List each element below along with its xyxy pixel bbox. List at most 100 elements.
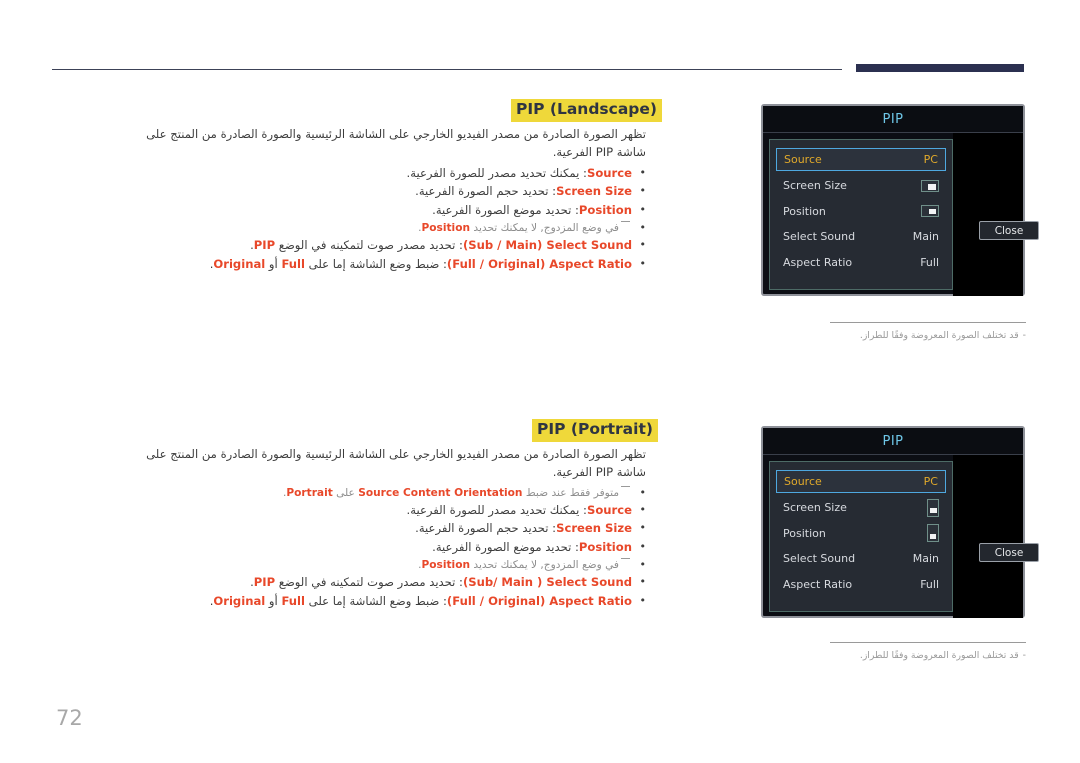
- osd-body: Source PC Screen Size Position Select So…: [763, 133, 1039, 296]
- list-item-mid: أو: [265, 256, 282, 271]
- screen-size-icon: [927, 498, 939, 517]
- keyword: Position: [578, 539, 632, 554]
- section-lead-landscape: تظهر الصورة الصادرة من مصدر الفيديو الخا…: [146, 127, 646, 159]
- sub-note-mid: على: [332, 486, 359, 499]
- manual-page: PIP (Landscape) تظهر الصورة الصادرة من م…: [0, 0, 1080, 763]
- osd-row-position[interactable]: Position: [776, 200, 946, 222]
- osd-side-panel: Close: [953, 133, 1039, 296]
- osd-row-label: Source: [784, 475, 822, 488]
- sub-note-text: متوفر فقط عند ضبط: [522, 486, 619, 499]
- sub-note-text: في وضع المزدوج, لا يمكنك تحديد: [470, 222, 619, 235]
- section-body-portrait: تظهر الصورة الصادرة من مصدر الفيديو الخا…: [128, 446, 646, 611]
- osd-body: Source PC Screen Size Position Select So…: [763, 455, 1039, 618]
- osd-menu-list: Source PC Screen Size Position Select So…: [769, 461, 953, 612]
- osd-row-label: Position: [783, 526, 826, 540]
- note-dash: -: [1022, 650, 1026, 661]
- figure-note-landscape: -قد تختلف الصورة المعروضة وفقًا للطراز.: [830, 322, 1026, 342]
- figure-note-text: قد تختلف الصورة المعروضة وفقًا للطراز.: [859, 330, 1019, 341]
- keyword: Screen Size: [556, 521, 632, 536]
- osd-row-select-sound[interactable]: Select Sound Main: [776, 226, 946, 248]
- position-icon: [927, 524, 939, 542]
- osd-row-label: Select Sound: [783, 230, 856, 243]
- sub-note: في وضع المزدوج, لا يمكنك تحديد Position.: [128, 556, 646, 573]
- header-rule: [52, 69, 842, 70]
- list-item-text: : تحديد حجم الصورة الفرعية.: [415, 521, 557, 536]
- osd-row-label: Aspect Ratio: [783, 255, 853, 269]
- figure-note-rule: [830, 642, 1026, 643]
- note-dash-icon: [621, 221, 630, 223]
- osd-row-label: Source: [784, 153, 822, 166]
- osd-row-value: PC: [923, 475, 938, 488]
- list-item-text: : يمكنك تحديد مصدر للصورة الفرعية.: [406, 165, 587, 180]
- osd-row-screen-size[interactable]: Screen Size: [776, 175, 946, 197]
- keyword: (Sub/ Main ) Select Sound: [462, 575, 632, 590]
- list-item-text: : يمكنك تحديد مصدر للصورة الفرعية.: [406, 502, 587, 517]
- figure-note-text-wrap: -قد تختلف الصورة المعروضة وفقًا للطراز.: [830, 330, 1026, 342]
- section-title-portrait: PIP (Portrait): [532, 419, 658, 442]
- keyword: Source Content Orientation: [358, 486, 523, 499]
- list-item: Position: تحديد موضع الصورة الفرعية.: [128, 201, 646, 220]
- keyword: Portrait: [286, 486, 333, 499]
- keyword: Source: [586, 502, 632, 517]
- section-title-landscape: PIP (Landscape): [511, 99, 662, 122]
- note-dash-icon: [621, 485, 630, 487]
- bullet-list-portrait: متوفر فقط عند ضبط Source Content Orienta…: [128, 484, 646, 611]
- osd-row-value: Full: [920, 255, 939, 269]
- osd-row-aspect-ratio[interactable]: Aspect Ratio Full: [776, 251, 946, 273]
- list-item-text: : تحديد مصدر صوت لتمكينه في الوضع: [275, 575, 463, 590]
- osd-row-value: Main: [912, 552, 939, 565]
- figure-note-text-wrap: -قد تختلف الصورة المعروضة وفقًا للطراز.: [830, 650, 1026, 662]
- list-item: (Sub/ Main ) Select Sound: تحديد مصدر صو…: [128, 573, 646, 592]
- list-item-text: : تحديد مصدر صوت لتمكينه في الوضع: [275, 238, 463, 253]
- list-item: Position: تحديد موضع الصورة الفرعية.: [128, 538, 646, 557]
- osd-row-label: Aspect Ratio: [783, 577, 853, 591]
- sub-note-text: في وضع المزدوج, لا يمكنك تحديد: [470, 559, 619, 572]
- osd-row-label: Screen Size: [783, 501, 847, 514]
- osd-titlebar: PIP: [763, 106, 1023, 133]
- osd-row-label: Position: [783, 204, 826, 218]
- screen-size-icon: [921, 179, 939, 192]
- figure-note-text: قد تختلف الصورة المعروضة وفقًا للطراز.: [859, 650, 1019, 661]
- figure-note-portrait: -قد تختلف الصورة المعروضة وفقًا للطراز.: [830, 642, 1026, 662]
- list-item: Screen Size: تحديد حجم الصورة الفرعية.: [128, 519, 646, 538]
- section-body-landscape: تظهر الصورة الصادرة من مصدر الفيديو الخا…: [128, 126, 646, 274]
- list-item-text: : تحديد موضع الصورة الفرعية.: [432, 202, 579, 217]
- keyword: (Sub / Main) Select Sound: [462, 238, 632, 253]
- list-item-text: : تحديد موضع الصورة الفرعية.: [432, 539, 579, 554]
- list-item: (Full / Original) Aspect Ratio: ضبط وضع …: [128, 255, 646, 274]
- keyword: (Full / Original) Aspect Ratio: [446, 593, 632, 608]
- osd-row-source[interactable]: Source PC: [776, 148, 946, 171]
- osd-side-panel: Close: [953, 455, 1039, 618]
- keyword: Position: [421, 222, 471, 235]
- bullet-list-landscape: Source: يمكنك تحديد مصدر للصورة الفرعية.…: [128, 164, 646, 274]
- position-icon: [921, 205, 939, 217]
- keyword: Source: [586, 165, 632, 180]
- close-button[interactable]: Close: [979, 543, 1039, 562]
- sub-note: في وضع المزدوج, لا يمكنك تحديد Position.: [128, 219, 646, 236]
- osd-row-position[interactable]: Position: [776, 522, 946, 544]
- osd-title: PIP: [882, 433, 904, 449]
- sub-note-top: متوفر فقط عند ضبط Source Content Orienta…: [128, 484, 646, 501]
- keyword: Position: [421, 559, 471, 572]
- osd-dialog-portrait[interactable]: PIP Source PC Screen Size Position Selec…: [761, 426, 1039, 618]
- osd-row-value: PC: [923, 153, 938, 166]
- list-item: Screen Size: تحديد حجم الصورة الفرعية.: [128, 182, 646, 201]
- osd-title: PIP: [882, 111, 904, 127]
- list-item: (Sub / Main) Select Sound: تحديد مصدر صو…: [128, 236, 646, 255]
- list-item-text: : تحديد حجم الصورة الفرعية.: [415, 184, 557, 199]
- osd-row-aspect-ratio[interactable]: Aspect Ratio Full: [776, 573, 946, 595]
- osd-row-label: Screen Size: [783, 179, 847, 192]
- osd-row-select-sound[interactable]: Select Sound Main: [776, 548, 946, 570]
- keyword: Position: [578, 202, 632, 217]
- osd-row-label: Select Sound: [783, 552, 856, 565]
- close-button[interactable]: Close: [979, 221, 1039, 240]
- osd-row-screen-size[interactable]: Screen Size: [776, 497, 946, 519]
- list-item: (Full / Original) Aspect Ratio: ضبط وضع …: [128, 592, 646, 611]
- osd-dialog-landscape[interactable]: PIP Source PC Screen Size Position Selec…: [761, 104, 1039, 296]
- page-number: 72: [56, 706, 83, 730]
- keyword: Original: [213, 256, 266, 271]
- osd-row-source[interactable]: Source PC: [776, 470, 946, 493]
- list-item-text: : ضبط وضع الشاشة إما على: [305, 256, 447, 271]
- keyword: Full: [281, 593, 305, 608]
- note-dash: -: [1022, 330, 1026, 341]
